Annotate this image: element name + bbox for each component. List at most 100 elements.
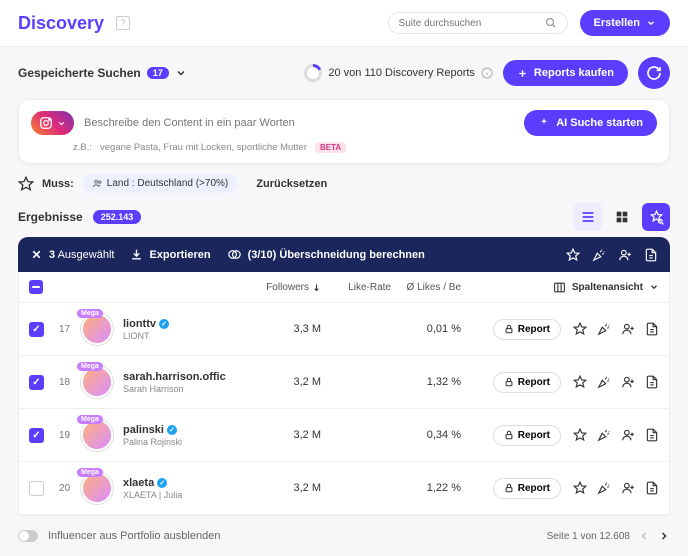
view-grid-button[interactable] [608,203,636,231]
beta-badge: BETA [315,142,346,153]
col-likes-be[interactable]: Ø Likes / Be [391,282,461,293]
username[interactable]: lionttv✓ [123,318,231,330]
results-count-badge: 252.143 [93,210,142,224]
global-search[interactable] [388,12,568,34]
row-rank: 20 [59,483,81,494]
row-celebrate-icon[interactable] [597,375,611,389]
row-star-icon[interactable] [573,322,587,336]
chevron-down-icon [57,119,66,128]
table-header: Followers Like-Rate Ø Likes / Be Spalten… [19,272,669,303]
star-outline-icon[interactable] [18,176,34,192]
saved-searches[interactable]: Gespeicherte Suchen 17 [18,66,187,80]
row-checkbox[interactable] [29,375,44,390]
clear-selection[interactable]: 3 Ausgewählt [30,248,114,261]
col-like-rate[interactable]: Like-Rate [321,282,391,293]
platform-selector[interactable] [31,111,74,135]
row-star-icon[interactable] [573,428,587,442]
bulk-add-user-icon[interactable] [618,248,632,262]
cell-likes-be: 0,01 % [391,323,461,335]
app-logo: Discovery [18,13,104,34]
row-celebrate-icon[interactable] [597,322,611,336]
row-rank: 19 [59,430,81,441]
cell-likes-be: 1,22 % [391,482,461,494]
grid-icon [614,209,630,225]
row-checkbox[interactable] [29,481,44,496]
row-rank: 17 [59,324,81,335]
display-name: Sarah Harrison [123,384,228,394]
refresh-icon [646,65,662,81]
favorite-view-button[interactable] [642,203,670,231]
display-name: LIONT [123,331,228,341]
col-followers[interactable]: Followers [231,282,321,293]
hide-portfolio-toggle[interactable] [18,530,38,542]
view-list-button[interactable] [574,203,602,231]
row-checkbox[interactable] [29,322,44,337]
display-name: Palina Rojinski [123,437,228,447]
hide-portfolio-label: Influencer aus Portfolio ausblenden [48,530,220,542]
row-note-icon[interactable] [645,481,659,495]
username[interactable]: xlaeta✓ [123,477,231,489]
cell-followers: 3,3 M [231,323,321,335]
row-note-icon[interactable] [645,375,659,389]
create-button[interactable]: Erstellen [580,10,670,36]
chevron-down-icon [175,67,187,79]
username[interactable]: sarah.harrison.offic [123,371,231,383]
report-button[interactable]: Report [493,425,561,446]
row-add-user-icon[interactable] [621,481,635,495]
help-icon[interactable]: ? [116,16,130,30]
export-button[interactable]: Exportieren [130,248,210,261]
star-search-icon [649,210,664,225]
row-add-user-icon[interactable] [621,375,635,389]
search-input[interactable] [399,18,539,29]
instagram-icon [39,116,53,130]
saved-count-badge: 17 [147,67,169,79]
row-checkbox[interactable] [29,428,44,443]
overlap-icon [227,247,242,262]
row-rank: 18 [59,377,81,388]
lock-icon [504,377,514,387]
ai-search-button[interactable]: AI Suche starten [524,110,657,136]
results-label: Ergebnisse [18,210,83,224]
reset-filters[interactable]: Zurücksetzen [256,178,327,190]
cell-followers: 3,2 M [231,482,321,494]
report-button[interactable]: Report [493,478,561,499]
download-icon [130,248,143,261]
row-star-icon[interactable] [573,375,587,389]
tier-badge: Mega [77,362,103,371]
row-star-icon[interactable] [573,481,587,495]
users-icon [92,178,103,189]
avatar[interactable]: Mega [81,472,123,504]
avatar[interactable]: Mega [81,366,123,398]
row-note-icon[interactable] [645,322,659,336]
row-celebrate-icon[interactable] [597,428,611,442]
ai-prompt-input[interactable] [84,117,514,129]
buy-reports-button[interactable]: Reports kaufen [503,60,628,86]
column-view-button[interactable]: Spaltenansicht [553,281,659,294]
report-button[interactable]: Report [493,372,561,393]
avatar[interactable]: Mega [81,313,123,345]
overlap-button[interactable]: (3/10) Überschneidung berechnen [227,247,425,262]
bulk-note-icon[interactable] [644,248,658,262]
row-note-icon[interactable] [645,428,659,442]
row-add-user-icon[interactable] [621,428,635,442]
sort-down-icon [312,283,321,292]
selection-bar: 3 Ausgewählt Exportieren (3/10) Überschn… [18,237,670,272]
quota-text: 20 von 110 Discovery Reports [304,64,493,82]
info-icon[interactable] [481,67,493,79]
table-row: 18 Mega sarah.harrison.offic Sarah Harri… [19,356,669,409]
verified-icon: ✓ [167,425,177,435]
select-all-checkbox[interactable] [29,280,43,294]
filter-chip-country[interactable]: Land : Deutschland (>70%) [82,174,238,193]
row-add-user-icon[interactable] [621,322,635,336]
bulk-celebrate-icon[interactable] [592,248,606,262]
bulk-star-icon[interactable] [566,248,580,262]
avatar[interactable]: Mega [81,419,123,451]
page-next-icon[interactable] [658,530,670,542]
table-row: 19 Mega palinski✓ Palina Rojinski 3,2 M … [19,409,669,462]
row-celebrate-icon[interactable] [597,481,611,495]
page-prev-icon[interactable] [638,530,650,542]
verified-icon: ✓ [159,319,169,329]
username[interactable]: palinski✓ [123,424,231,436]
report-button[interactable]: Report [493,319,561,340]
refresh-button[interactable] [638,57,670,89]
